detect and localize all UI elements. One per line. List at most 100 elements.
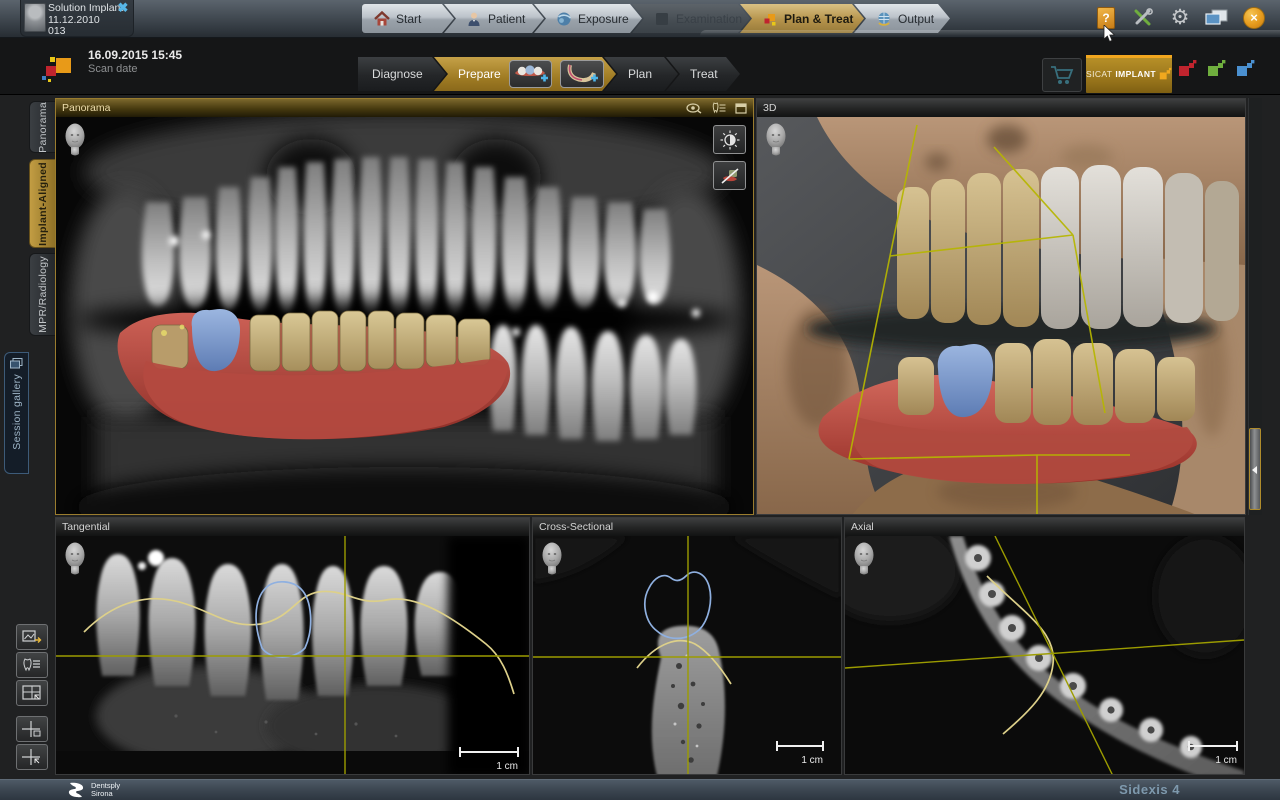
scan-date-label: Scan date: [88, 63, 182, 75]
dentsply-sirona-logo-icon: [66, 782, 86, 798]
home-icon: [374, 11, 390, 27]
center-crosshair-button[interactable]: [16, 744, 48, 770]
layout-button[interactable]: [16, 680, 48, 706]
step-label: Diagnose: [372, 67, 423, 81]
cross-sectional-slice: 1 cm: [533, 536, 841, 774]
app-blue-icon[interactable]: [1236, 60, 1256, 77]
app-brand-label: SICAT: [1086, 69, 1112, 79]
app-product-label: IMPLANT: [1115, 69, 1156, 79]
workflow-toolbar: 16.09.2015 15:45 Scan date Diagnose Prep…: [0, 38, 1280, 95]
export-view-button[interactable]: [16, 624, 48, 650]
implant-app-icon: [1159, 66, 1172, 82]
tab-output[interactable]: Output: [854, 4, 950, 33]
workspace-tab-panorama[interactable]: Panorama: [29, 101, 55, 153]
cross-sectional-viewport[interactable]: 1 cm: [533, 536, 841, 774]
step-label: Prepare: [458, 67, 501, 81]
patient-avatar: [24, 3, 46, 32]
patient-card[interactable]: Solution Implant 11.12.2010 013 ✖: [20, 0, 134, 37]
workspace-tab-mpr-radiology[interactable]: MPR/Radiology: [29, 253, 55, 336]
object-panel-handle[interactable]: [1249, 428, 1261, 510]
3d-viewport[interactable]: [757, 117, 1245, 514]
axial-viewport[interactable]: 1 cm: [845, 536, 1244, 774]
step-prepare[interactable]: Prepare: [434, 57, 616, 91]
view-title: 3D: [763, 102, 776, 114]
tab-label: Plan & Treat: [784, 12, 853, 26]
panorama-viewport[interactable]: [56, 117, 753, 514]
show-objects-icon[interactable]: [686, 102, 702, 114]
workspace-tab-label: MPR/Radiology: [37, 256, 49, 333]
scale-label: 1 cm: [801, 755, 823, 766]
jaw-curve-icon: [564, 63, 600, 85]
view-configuration-icon[interactable]: [711, 102, 726, 114]
close-icon[interactable]: ×: [1242, 6, 1266, 30]
cross-sectional-view-header[interactable]: Cross-Sectional: [533, 518, 841, 536]
output-icon: [876, 11, 892, 27]
3d-view: 3D: [756, 98, 1246, 515]
status-bar: Dentsply Sirona Sidexis 4: [0, 779, 1280, 800]
tab-label: Start: [396, 12, 421, 26]
tangential-view: Tangential: [55, 517, 530, 775]
sicat-implant-app-button[interactable]: SICAT IMPLANT: [1086, 55, 1172, 93]
workspace-tab-implant-aligned[interactable]: Implant-Aligned: [29, 159, 55, 248]
session-gallery-label: Session gallery: [11, 374, 23, 450]
gallery-icon: [10, 358, 23, 369]
workspace-tab-label: Panorama: [37, 102, 49, 153]
import-jaw-scan-button[interactable]: [560, 60, 604, 88]
plan-treat-icon: [762, 11, 778, 27]
orientation-head-icon[interactable]: [63, 542, 87, 576]
maximize-icon[interactable]: [735, 103, 747, 114]
patient-icon: [466, 11, 482, 27]
tab-label: Patient: [488, 12, 525, 26]
view-settings-button[interactable]: [16, 652, 48, 678]
title-bar: Solution Implant 11.12.2010 013 ✖ Start …: [0, 0, 1280, 38]
scale-label: 1 cm: [1215, 755, 1237, 766]
3d-render: [757, 117, 1245, 514]
scale-label: 1 cm: [496, 761, 518, 772]
title-bar-icons: ? ⚙ ×: [1094, 6, 1266, 30]
tangential-view-header[interactable]: Tangential: [56, 518, 529, 536]
prepare-steps: Diagnose Prepare: [358, 57, 740, 91]
app-green-icon[interactable]: [1207, 60, 1227, 77]
step-label: Treat: [690, 67, 718, 81]
tab-patient[interactable]: Patient: [444, 4, 544, 33]
cart-icon: [1049, 64, 1075, 86]
patient-name: Solution Implant: [48, 3, 123, 15]
examination-icon: [654, 11, 670, 27]
orientation-head-icon[interactable]: [63, 123, 87, 157]
axial-view-header[interactable]: Axial: [845, 518, 1244, 536]
panorama-tools: [713, 125, 746, 190]
panorama-view-header[interactable]: Panorama: [56, 99, 753, 117]
cross-sectional-view: Cross-Sectional: [532, 517, 842, 775]
tangential-viewport[interactable]: 1 cm: [56, 536, 529, 774]
3d-view-header[interactable]: 3D: [757, 99, 1245, 117]
tools-icon[interactable]: [1131, 6, 1155, 30]
tab-start[interactable]: Start: [362, 4, 454, 33]
settings-icon[interactable]: ⚙: [1168, 6, 1192, 30]
orientation-head-icon[interactable]: [540, 542, 564, 576]
windows-icon[interactable]: [1205, 6, 1229, 30]
exposure-icon: [556, 11, 572, 27]
shop-cart-button[interactable]: [1042, 58, 1082, 92]
step-diagnose[interactable]: Diagnose: [358, 57, 446, 91]
brightness-contrast-button[interactable]: [713, 125, 746, 154]
orientation-head-icon[interactable]: [764, 123, 788, 157]
view-title: Tangential: [62, 521, 110, 533]
tab-plan-treat[interactable]: Plan & Treat: [740, 4, 864, 33]
session-gallery-tab[interactable]: Session gallery: [4, 352, 29, 474]
app-red-icon[interactable]: [1178, 60, 1198, 77]
hide-objects-button[interactable]: [713, 161, 746, 190]
axial-slice: 1 cm: [845, 536, 1244, 774]
sidexis-window: Solution Implant 11.12.2010 013 ✖ Start …: [0, 0, 1280, 800]
tab-exposure[interactable]: Exposure: [534, 4, 642, 33]
help-icon[interactable]: ?: [1094, 6, 1118, 30]
import-optical-impressions-button[interactable]: [509, 60, 553, 88]
scan-datetime: 16.09.2015 15:45: [88, 48, 182, 62]
show-crosshair-button[interactable]: [16, 716, 48, 742]
view-title: Cross-Sectional: [539, 521, 613, 533]
product-name: Sidexis 4: [1119, 782, 1180, 797]
close-patient-icon[interactable]: ✖: [116, 1, 130, 15]
panorama-view: Panorama: [55, 98, 754, 515]
orientation-head-icon[interactable]: [852, 542, 876, 576]
optical-impression-icon: [513, 63, 549, 85]
view-title: Axial: [851, 521, 874, 533]
